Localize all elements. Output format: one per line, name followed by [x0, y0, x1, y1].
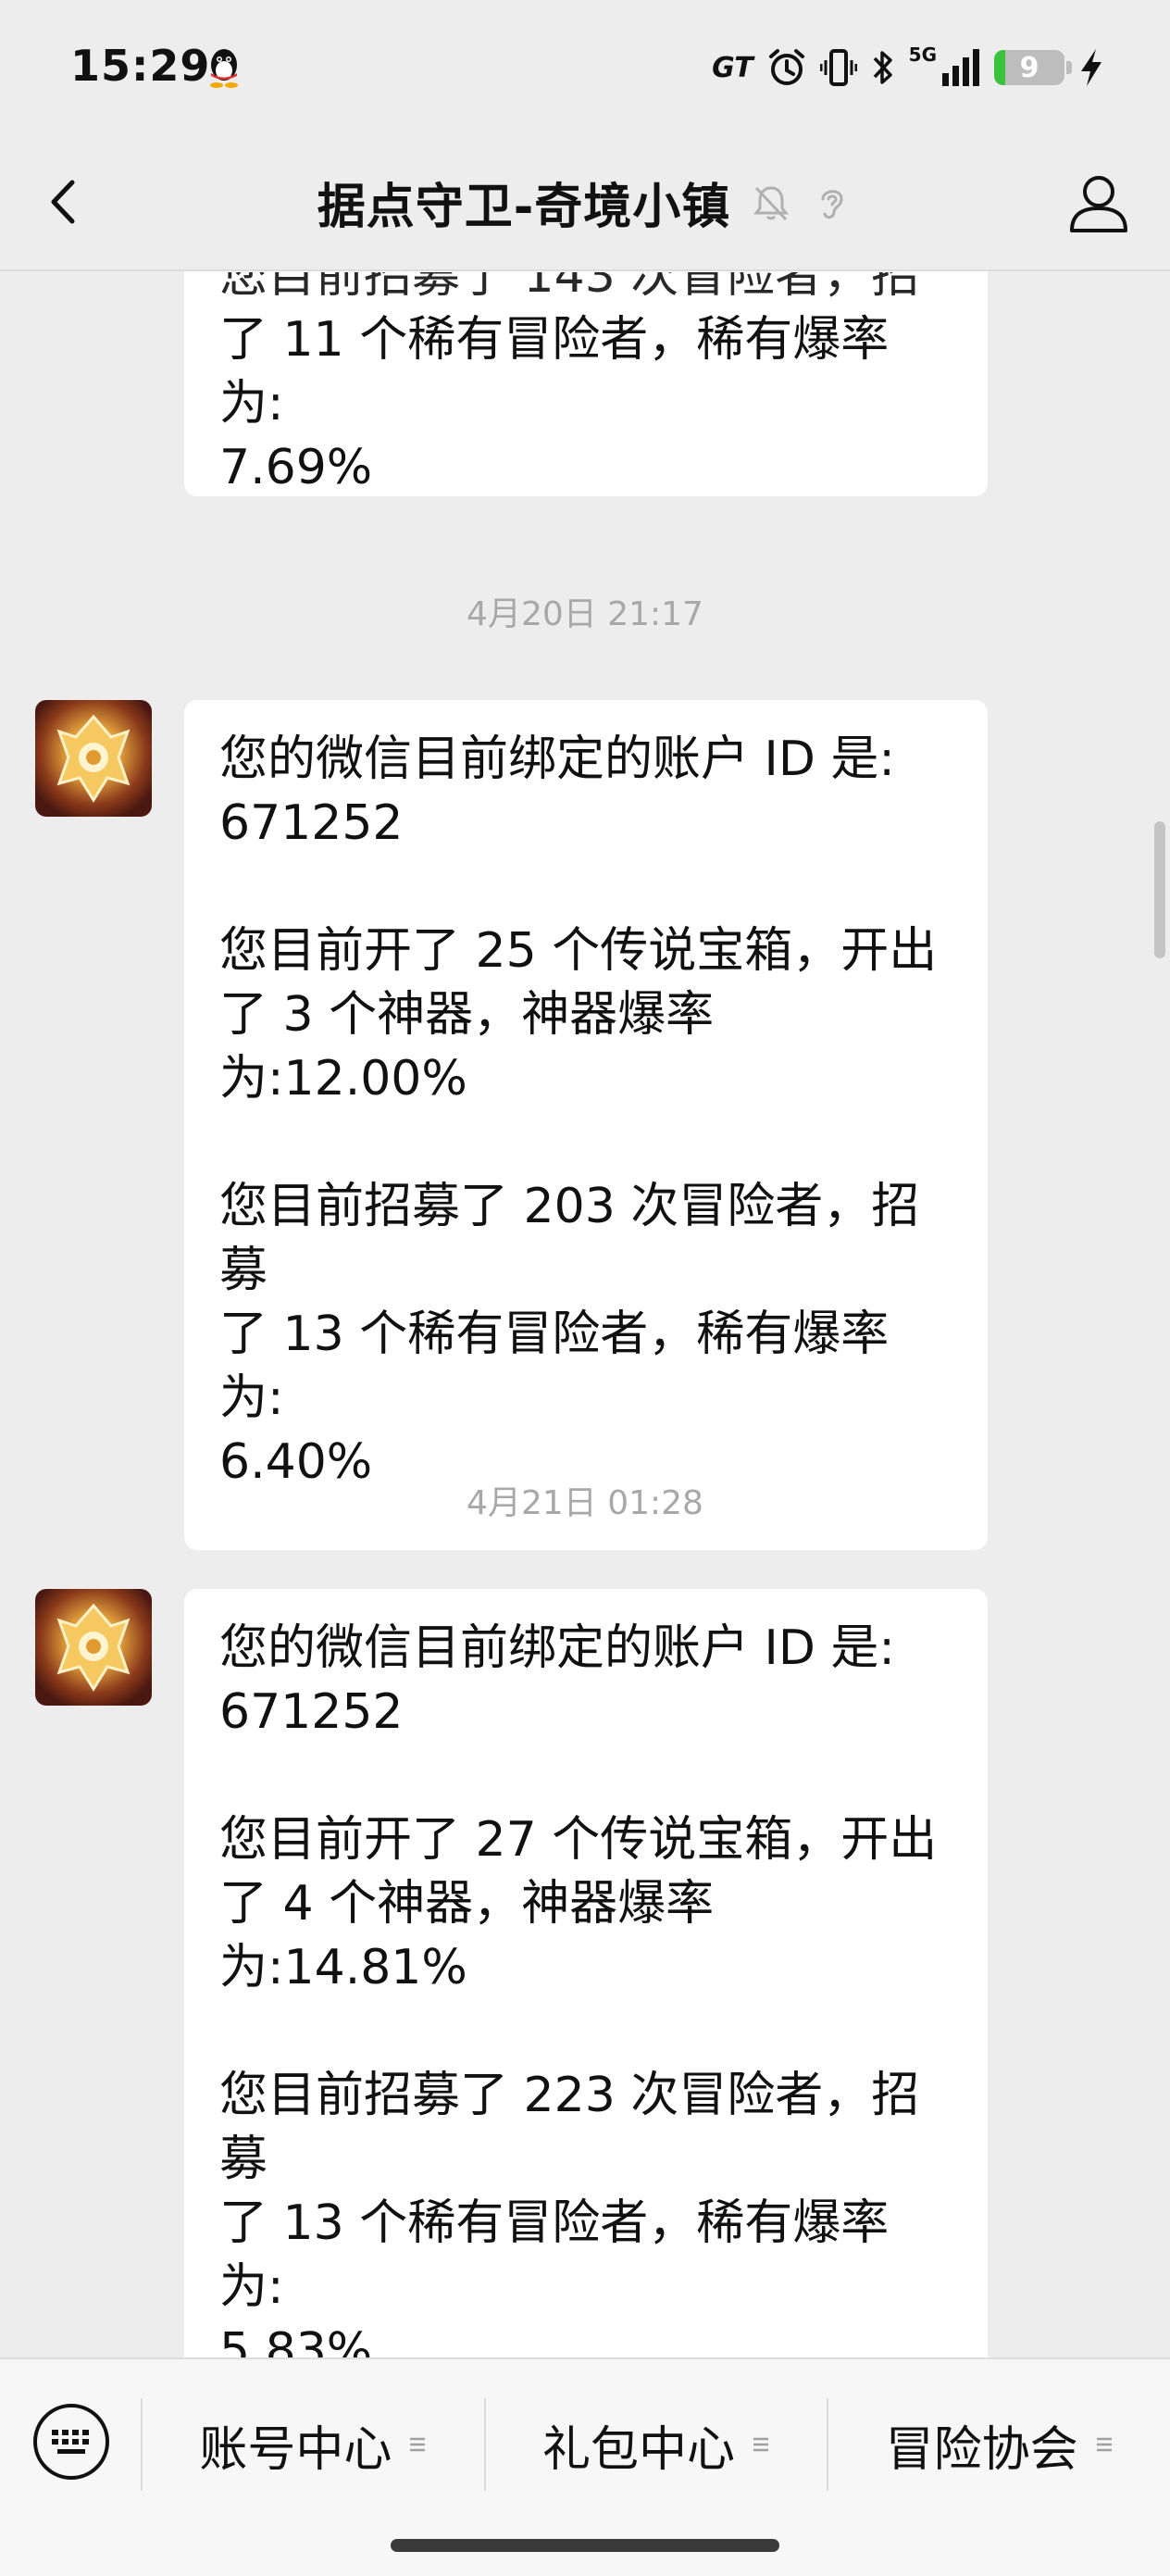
- mute-bell-icon: [753, 185, 790, 220]
- message-text: 您的微信目前绑定的账户 ID 是: 671252: [219, 1620, 895, 1740]
- message-bubble[interactable]: 您目前招募了 143 次冒险者，招募 了 11 个稀有冒险者，稀有爆率为: 7.…: [184, 269, 988, 496]
- keyboard-icon[interactable]: [31, 2402, 111, 2482]
- page-title: 据点守卫-奇境小镇: [317, 180, 731, 235]
- submenu-lines-icon: [410, 2437, 426, 2452]
- status-time: 15:29: [70, 41, 211, 91]
- profile-icon[interactable]: [1064, 168, 1133, 236]
- brand-label: GT: [712, 51, 753, 84]
- home-indicator[interactable]: [391, 2539, 779, 2552]
- avatar[interactable]: [35, 700, 152, 817]
- charging-icon: [1081, 49, 1102, 86]
- battery-level: 9: [1019, 51, 1039, 84]
- menu-item-label: 账号中心: [199, 2421, 392, 2478]
- message-text: 您目前招募了 223 次冒险者，招募 了 13 个稀有冒险者，稀有爆率为: 5.…: [219, 2068, 920, 2357]
- timestamp: 4月20日 21:17: [467, 595, 703, 633]
- battery-icon: 9: [994, 50, 1072, 85]
- scrollbar[interactable]: [1154, 821, 1165, 958]
- timestamp: 4月21日 01:28: [467, 1484, 703, 1522]
- qq-icon: [210, 49, 238, 88]
- message-text: 了 11 个稀有冒险者，稀有爆率为: 7.69%: [219, 312, 890, 495]
- status-icons: GT 5G 9: [712, 43, 1105, 93]
- menu-item-adventure-guild[interactable]: 冒险协会: [827, 2398, 1170, 2491]
- chat-header: 据点守卫-奇境小镇: [0, 134, 1170, 271]
- alarm-icon: [768, 49, 804, 85]
- submenu-lines-icon: [1096, 2437, 1112, 2452]
- vibrate-icon: [819, 49, 857, 86]
- message-text: 您目前开了 27 个传说宝箱，开出 了 4 个神器，神器爆率为:14.81%: [219, 1812, 938, 1995]
- submenu-lines-icon: [753, 2437, 769, 2452]
- network-label: 5G: [908, 44, 937, 66]
- page-title-container: 据点守卫-奇境小镇: [0, 168, 1170, 237]
- bluetooth-icon: [873, 51, 892, 84]
- menu-item-label: 冒险协会: [885, 2421, 1078, 2478]
- message-text: 您目前招募了 203 次冒险者，招募 了 13 个稀有冒险者，稀有爆率为: 6.…: [219, 1179, 920, 1490]
- message-text: 您目前开了 25 个传说宝箱，开出 了 3 个神器，神器爆率为:12.00%: [219, 923, 938, 1107]
- menu-items: 账号中心 礼包中心 冒险协会: [141, 2398, 1170, 2491]
- avatar[interactable]: [35, 1589, 152, 1706]
- message-list[interactable]: 您目前招募了 143 次冒险者，招募 了 11 个稀有冒险者，稀有爆率为: 7.…: [0, 269, 1170, 2357]
- message-text: 您的微信目前绑定的账户 ID 是: 671252: [219, 732, 895, 851]
- avatar-emblem-icon: [35, 700, 152, 817]
- signal-icon: [942, 49, 979, 86]
- status-bar: 15:29 GT 5G 9: [0, 0, 1170, 134]
- menu-item-account-center[interactable]: 账号中心: [141, 2398, 484, 2491]
- ear-icon: [821, 189, 843, 219]
- clipped-text: 您目前招募了 143 次冒险者，招募: [219, 272, 920, 304]
- message-bubble[interactable]: 您的微信目前绑定的账户 ID 是: 671252 您目前开了 27 个传说宝箱，…: [184, 1589, 988, 2357]
- avatar-emblem-icon: [35, 1589, 152, 1706]
- menu-item-label: 礼包中心: [542, 2421, 736, 2478]
- menu-item-gift-center[interactable]: 礼包中心: [483, 2398, 828, 2491]
- message-bubble[interactable]: 您的微信目前绑定的账户 ID 是: 671252 您目前开了 25 个传说宝箱，…: [184, 700, 988, 1550]
